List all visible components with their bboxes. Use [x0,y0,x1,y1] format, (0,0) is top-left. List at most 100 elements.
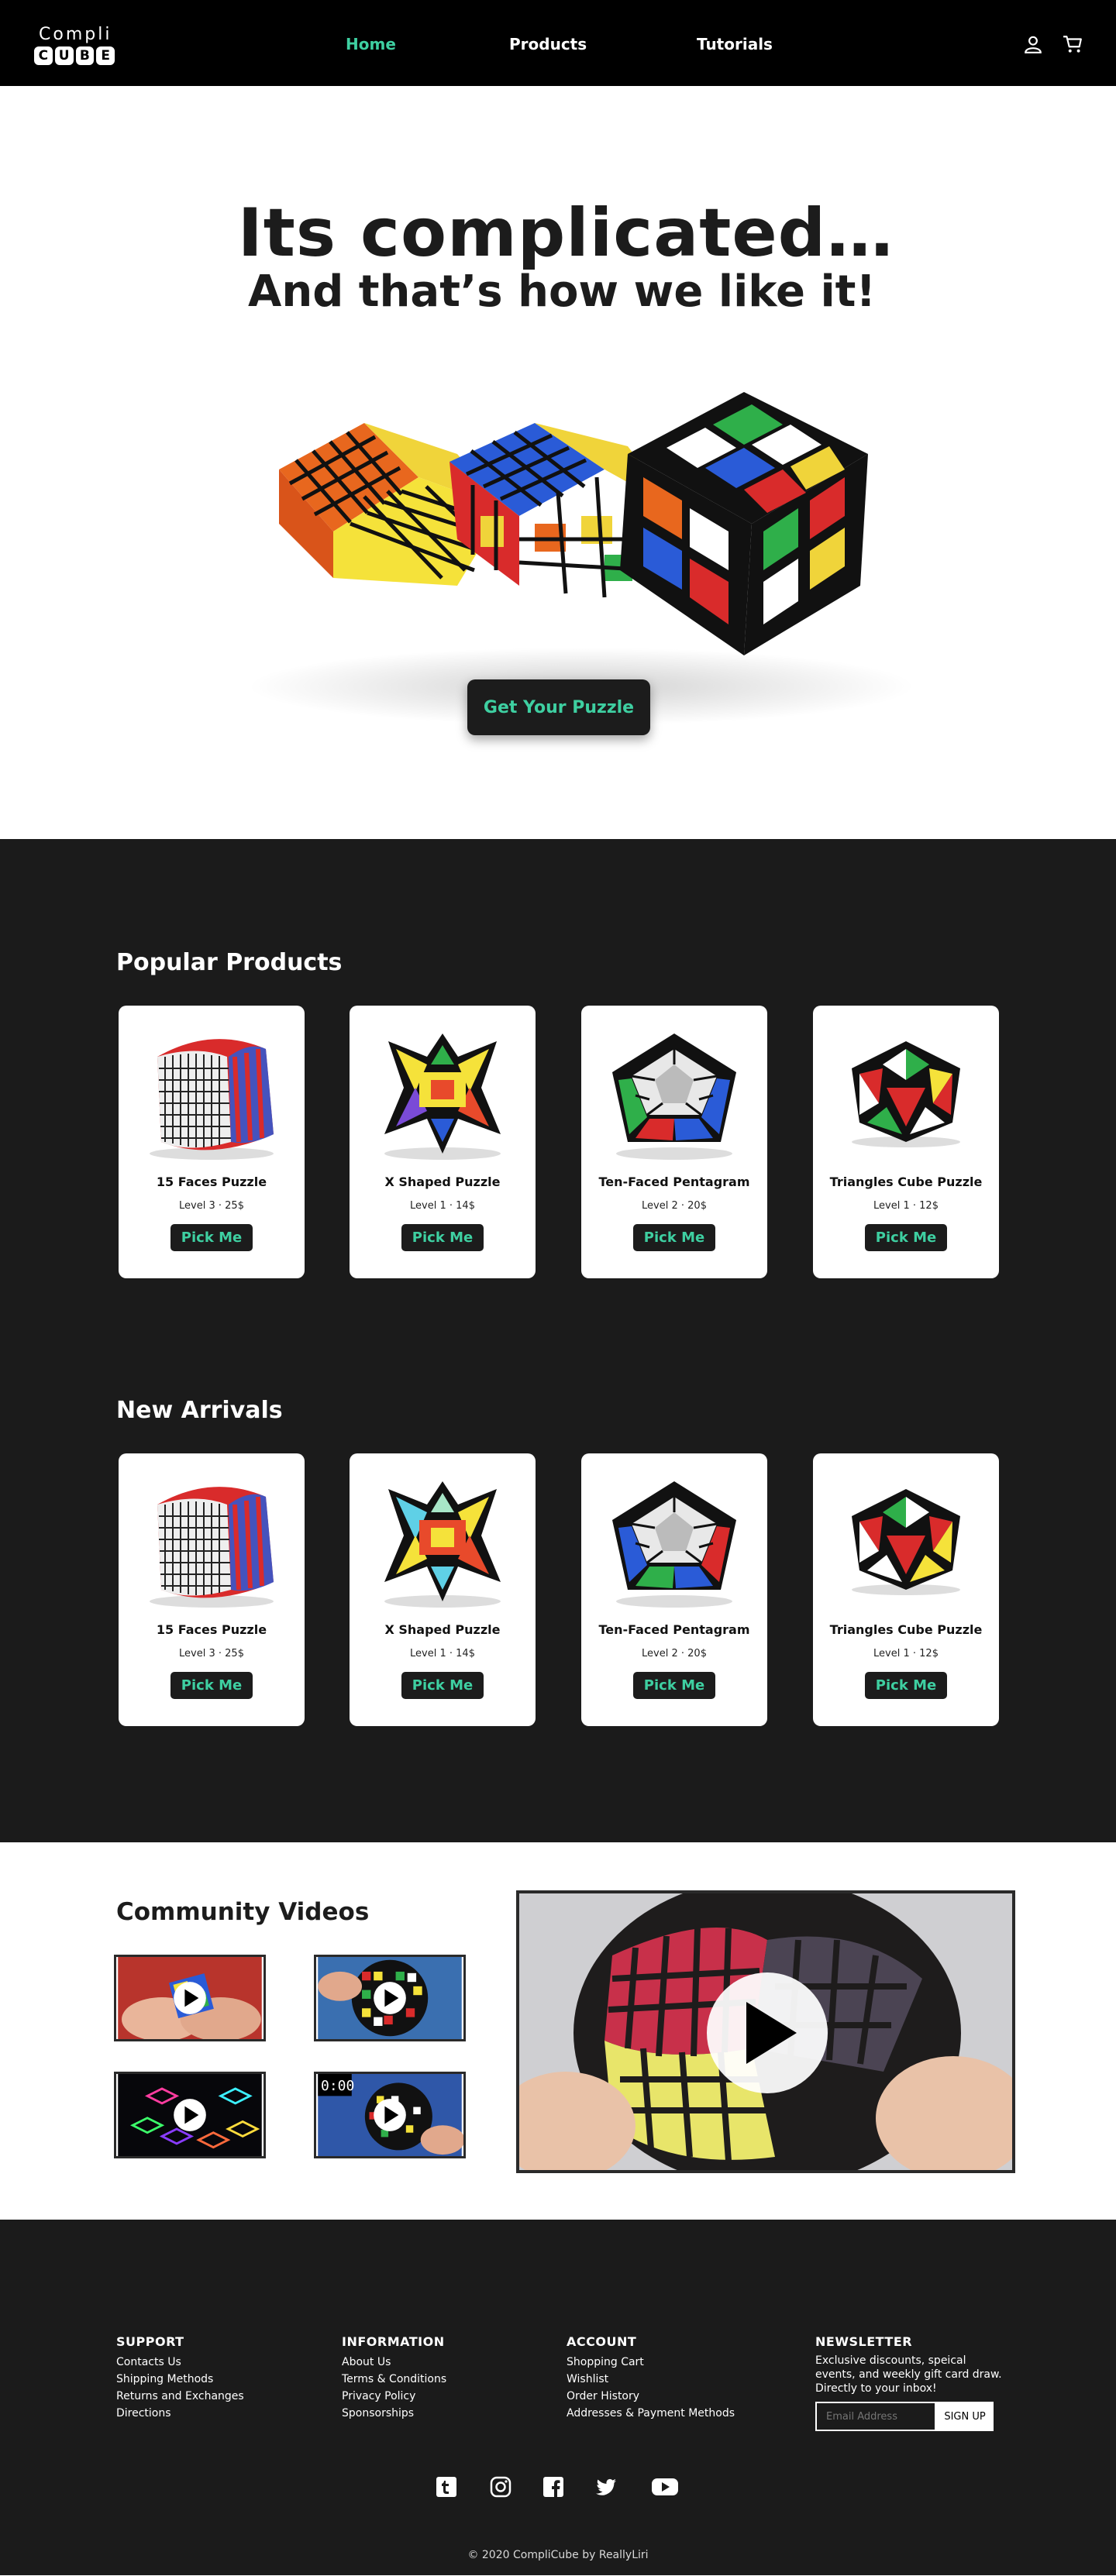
video-thumbnail[interactable]: 0:00 [314,2072,466,2158]
brand-letter: C [34,46,53,65]
product-meta: Level 1 · 12$ [873,1648,939,1659]
pick-me-button[interactable]: Pick Me [170,1672,253,1699]
video-thumbnail-image: 0:00 [318,2074,463,2156]
brand-logo[interactable]: Compli C U B E [34,25,115,68]
newsletter-signup-button[interactable]: SIGN UP [936,2402,994,2431]
video-thumbnail-image [318,1957,462,2039]
footer-link[interactable]: Shipping Methods [116,2371,244,2388]
brand-logo-cube: C U B E [34,46,115,65]
product-name: X Shaped Puzzle [384,1622,501,1637]
product-image-triangles-cube [852,1041,960,1147]
facebook-icon[interactable] [542,2475,565,2499]
hero-subtitle: And that’s how we like it! [248,267,876,317]
brand-letter: U [54,46,74,65]
brand-letter: B [75,46,95,65]
video-thumbnail[interactable] [114,2072,266,2158]
product-card[interactable]: Ten-Faced Pentagram Level 2 · 20$ Pick M… [581,1006,767,1278]
get-your-puzzle-button[interactable]: Get Your Puzzle [467,679,650,735]
product-card[interactable]: Triangles Cube Puzzle Level 1 · 12$ Pick… [813,1453,999,1726]
shopping-cart-icon[interactable] [1063,34,1083,54]
footer-support-column: SUPPORT Contacts Us Shipping Methods Ret… [116,2334,244,2422]
community-videos-title: Community Videos [116,1898,370,1926]
video-timer: 0:00 [321,2078,354,2094]
pick-me-button[interactable]: Pick Me [865,1672,947,1699]
video-thumbnail-image [118,1957,262,2039]
user-account-icon[interactable] [1023,34,1043,54]
product-card[interactable]: Triangles Cube Puzzle Level 1 · 12$ Pick… [813,1006,999,1278]
instagram-icon[interactable] [489,2475,512,2499]
nav-products-link[interactable]: Products [509,35,587,53]
products-section: Popular Products 15 Faces Puzzle Level 3… [0,839,1116,1842]
hero-section: Its complicated… And that’s how we like … [0,86,1116,839]
pick-me-button[interactable]: Pick Me [633,1224,715,1251]
footer-heading: ACCOUNT [567,2334,637,2349]
footer-newsletter-column: NEWSLETTER Exclusive discounts, speical … [815,2334,1009,2431]
footer-heading: NEWSLETTER [815,2334,913,2349]
product-name: X Shaped Puzzle [384,1175,501,1189]
footer-link[interactable]: Sponsorships [342,2405,446,2422]
footer-link[interactable]: Wishlist [567,2371,735,2388]
twitter-icon[interactable] [594,2475,618,2499]
footer-information-column: INFORMATION About Us Terms & Conditions … [342,2334,446,2422]
product-card[interactable]: X Shaped Puzzle Level 1 · 14$ Pick Me [350,1006,536,1278]
product-meta: Level 3 · 25$ [179,1200,244,1212]
product-meta: Level 3 · 25$ [179,1648,244,1659]
product-card[interactable]: X Shaped Puzzle Level 1 · 14$ Pick Me [350,1453,536,1726]
copyright-text: © 2020 CompliCube by ReallyLiri [467,2549,649,2561]
hero-cubes-image [248,392,914,725]
brand-logo-top: Compli [39,25,112,44]
product-name: Ten-Faced Pentagram [598,1175,750,1189]
product-image-15-faces [150,1487,274,1608]
newsletter-description: Exclusive discounts, speical events, and… [815,2354,1002,2395]
product-meta: Level 1 · 14$ [410,1200,475,1212]
featured-video-player[interactable] [516,1890,1015,2173]
nav-tutorials-link[interactable]: Tutorials [697,35,773,53]
video-thumbnail[interactable] [314,1955,466,2041]
product-card[interactable]: 15 Faces Puzzle Level 3 · 25$ Pick Me [119,1006,305,1278]
product-image-15-faces [150,1039,274,1160]
product-image-x-shaped [384,1033,501,1160]
footer-account-column: ACCOUNT Shopping Cart Wishlist Order His… [567,2334,735,2422]
footer-link[interactable]: Privacy Policy [342,2388,446,2405]
video-thumbnail[interactable] [114,1955,266,2041]
product-name: 15 Faces Puzzle [156,1622,267,1637]
footer-link[interactable]: Returns and Exchanges [116,2388,244,2405]
nav-home-link[interactable]: Home [346,35,396,53]
product-image-ten-faced-pentagram [612,1481,736,1608]
product-card[interactable]: Ten-Faced Pentagram Level 2 · 20$ Pick M… [581,1453,767,1726]
brand-letter: E [96,46,115,65]
newsletter-email-input[interactable] [815,2402,936,2431]
product-image-triangles-cube [852,1489,960,1595]
product-image-x-shaped [384,1481,501,1608]
top-navbar: Compli C U B E Home Products Tutorials [0,0,1116,86]
product-meta: Level 2 · 20$ [642,1648,707,1659]
product-name: Triangles Cube Puzzle [829,1175,983,1189]
product-meta: Level 1 · 12$ [873,1200,939,1212]
product-name: Triangles Cube Puzzle [829,1622,983,1637]
footer-link[interactable]: Directions [116,2405,244,2422]
footer-link[interactable]: Order History [567,2388,735,2405]
footer-link[interactable]: Contacts Us [116,2354,244,2371]
product-image-ten-faced-pentagram [612,1033,736,1160]
pick-me-button[interactable]: Pick Me [633,1672,715,1699]
footer-link[interactable]: Terms & Conditions [342,2371,446,2388]
newsletter-form: SIGN UP [815,2402,1009,2431]
tumblr-icon[interactable] [435,2475,458,2499]
pick-me-button[interactable]: Pick Me [865,1224,947,1251]
footer-link[interactable]: Shopping Cart [567,2354,735,2371]
hero-title: Its complicated… [237,194,894,272]
video-thumbnail-image [118,2074,262,2156]
footer-heading: INFORMATION [342,2334,445,2349]
product-name: 15 Faces Puzzle [156,1175,267,1189]
site-footer: SUPPORT Contacts Us Shipping Methods Ret… [0,2220,1116,2575]
footer-heading: SUPPORT [116,2334,184,2349]
community-videos-section: Community Videos 0:00 [0,1842,1116,2220]
footer-link[interactable]: Addresses & Payment Methods [567,2405,735,2422]
footer-link[interactable]: About Us [342,2354,446,2371]
youtube-icon[interactable] [651,2475,679,2499]
pick-me-button[interactable]: Pick Me [401,1224,484,1251]
pick-me-button[interactable]: Pick Me [170,1224,253,1251]
popular-products-title: Popular Products [116,949,343,976]
product-card[interactable]: 15 Faces Puzzle Level 3 · 25$ Pick Me [119,1453,305,1726]
pick-me-button[interactable]: Pick Me [401,1672,484,1699]
